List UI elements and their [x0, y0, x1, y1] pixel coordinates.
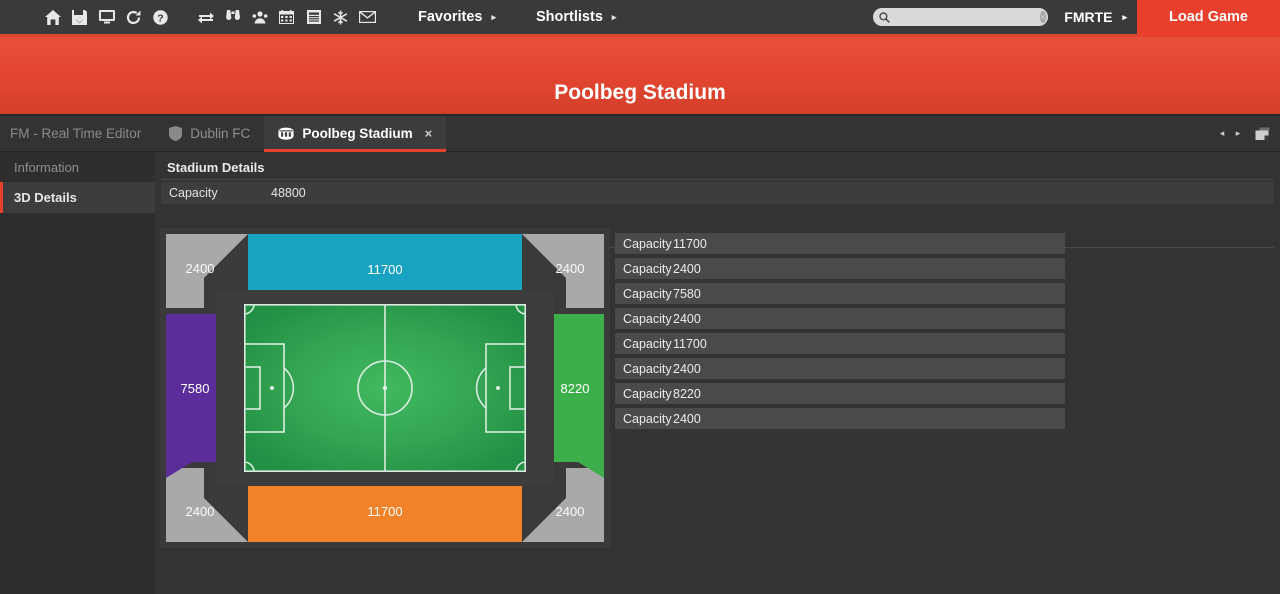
- chevron-right-icon: ▸: [611, 11, 617, 22]
- tab-label: Poolbeg Stadium: [302, 126, 413, 141]
- sidebar-item-label: 3D Details: [14, 190, 77, 205]
- table-row[interactable]: Capacity 11700: [615, 333, 1065, 354]
- table-row[interactable]: Capacity 2400: [615, 408, 1065, 429]
- save-icon[interactable]: [69, 6, 90, 28]
- monitor-icon[interactable]: [96, 6, 117, 28]
- table-row[interactable]: Capacity 8220: [615, 383, 1065, 404]
- chevron-right-icon: ▸: [1122, 11, 1128, 22]
- sidebar-item-3d-details[interactable]: 3D Details: [0, 182, 155, 213]
- fmrte-menu[interactable]: FMRTE ▸: [1064, 0, 1127, 36]
- home-icon[interactable]: [42, 6, 63, 28]
- club-shield-icon: [169, 126, 183, 141]
- calendar-icon[interactable]: [276, 6, 297, 28]
- south-stand-label: 11700: [367, 504, 402, 519]
- close-icon[interactable]: ×: [425, 127, 433, 140]
- stand-capacity-label: Capacity: [623, 411, 672, 426]
- tab-poolbeg-stadium[interactable]: Poolbeg Stadium ×: [264, 115, 447, 152]
- stands-area: 11700 11700 7580 8220 2400 2400 2400 240…: [160, 228, 1275, 548]
- tabs-prev-button[interactable]: ◂: [1214, 123, 1230, 145]
- east-stand-label: 8220: [561, 381, 590, 396]
- restore-window-icon[interactable]: [1252, 123, 1274, 145]
- stadium-details-header: Stadium Details: [161, 152, 1274, 180]
- transfers-icon[interactable]: [195, 6, 216, 28]
- search-input[interactable]: [894, 11, 1037, 23]
- sidebar-section-information: Information: [14, 159, 80, 175]
- tab-label: Dublin FC: [190, 126, 251, 141]
- corner-stand-sw-label: 2400: [186, 504, 215, 519]
- search-box[interactable]: ×: [873, 8, 1049, 26]
- stand-capacity-label: Capacity: [623, 261, 672, 276]
- favorites-label: Favorites: [418, 9, 483, 25]
- stand-capacity-value: 7580: [673, 286, 701, 301]
- svg-text:?: ?: [157, 12, 163, 24]
- competition-snowflake-icon[interactable]: [330, 6, 351, 28]
- capacity-value: 48800: [271, 186, 306, 200]
- page-banner: Poolbeg Stadium: [0, 37, 1280, 115]
- stand-capacity-value: 2400: [673, 311, 701, 326]
- toolbar-icon-group: ?: [42, 0, 384, 36]
- scouting-binoculars-icon[interactable]: [222, 6, 243, 28]
- stadium-icon: [278, 127, 294, 140]
- west-stand-label: 7580: [181, 381, 210, 396]
- top-toolbar: ? Favorites ▸ Shortlists ▸ × FMRTE ▸ Loa…: [0, 0, 1280, 37]
- east-stand: [546, 314, 604, 478]
- corner-stand-nw-label: 2400: [186, 261, 215, 276]
- chevron-right-icon: ▸: [491, 11, 497, 22]
- north-stand-label: 11700: [367, 262, 402, 277]
- main-content: Stadium Details Capacity 48800 Stands: [155, 152, 1280, 594]
- tab-bar: FM - Real Time Editor Dublin FC Poolbeg …: [0, 115, 1280, 152]
- load-game-button[interactable]: Load Game: [1137, 0, 1280, 36]
- tabs-next-button[interactable]: ▸: [1230, 123, 1246, 145]
- stand-capacity-value: 8220: [673, 386, 701, 401]
- stand-capacity-label: Capacity: [623, 286, 672, 301]
- stand-capacity-list: Capacity 11700 Capacity 2400 Capacity 75…: [615, 233, 1065, 433]
- shortlists-menu[interactable]: Shortlists ▸: [530, 0, 622, 36]
- mail-envelope-icon[interactable]: [357, 6, 378, 28]
- table-row[interactable]: Capacity 2400: [615, 308, 1065, 329]
- stand-capacity-value: 11700: [673, 236, 707, 251]
- stand-capacity-label: Capacity: [623, 311, 672, 326]
- tab-dublin-fc[interactable]: Dublin FC: [155, 116, 264, 152]
- refresh-icon[interactable]: [123, 6, 144, 28]
- help-icon[interactable]: ?: [150, 6, 171, 28]
- sidebar: Information 3D Details: [0, 152, 155, 594]
- stadium-capacity-row: Capacity 48800: [161, 182, 1274, 204]
- table-row[interactable]: Capacity 7580: [615, 283, 1065, 304]
- stand-capacity-label: Capacity: [623, 361, 672, 376]
- capacity-label: Capacity: [169, 186, 218, 200]
- table-row[interactable]: Capacity 2400: [615, 258, 1065, 279]
- stand-capacity-value: 2400: [673, 361, 701, 376]
- fmrte-label: FMRTE: [1064, 9, 1113, 25]
- stand-capacity-value: 2400: [673, 411, 701, 426]
- tab-fm-real-time-editor[interactable]: FM - Real Time Editor: [0, 116, 155, 152]
- corner-stand-se-label: 2400: [556, 504, 585, 519]
- stadium-diagram: 11700 11700 7580 8220 2400 2400 2400 240…: [160, 228, 610, 548]
- stand-capacity-value: 11700: [673, 336, 707, 351]
- west-stand: [166, 314, 224, 478]
- corner-stand-ne-label: 2400: [556, 261, 585, 276]
- favorites-menu[interactable]: Favorites ▸: [412, 0, 502, 36]
- stand-capacity-label: Capacity: [623, 236, 672, 251]
- clear-icon[interactable]: ×: [1040, 11, 1046, 23]
- table-row[interactable]: Capacity 11700: [615, 233, 1065, 254]
- table-row[interactable]: Capacity 2400: [615, 358, 1065, 379]
- tab-bar-controls: ◂ ▸: [1214, 123, 1280, 145]
- shortlists-label: Shortlists: [536, 9, 603, 25]
- load-game-label: Load Game: [1169, 9, 1248, 25]
- news-document-icon[interactable]: [303, 6, 324, 28]
- stand-capacity-value: 2400: [673, 261, 701, 276]
- tab-label: FM - Real Time Editor: [10, 126, 142, 141]
- stand-capacity-label: Capacity: [623, 386, 672, 401]
- search-icon: [879, 11, 891, 23]
- page-title: Poolbeg Stadium: [554, 81, 726, 104]
- staff-group-icon[interactable]: [249, 6, 270, 28]
- stand-capacity-label: Capacity: [623, 336, 672, 351]
